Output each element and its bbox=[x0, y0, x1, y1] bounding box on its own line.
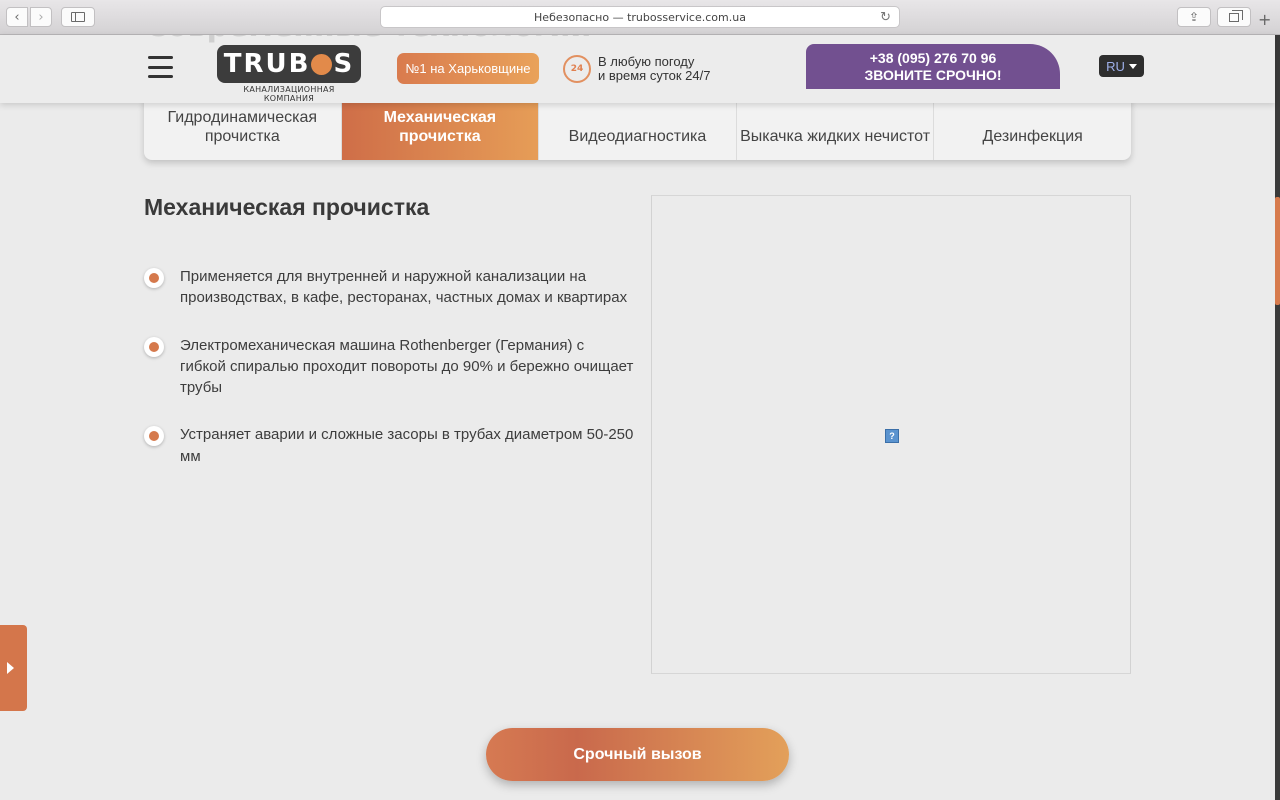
logo-subtitle: КАНАЛИЗАЦИОННАЯ КОМПАНИЯ bbox=[243, 85, 335, 103]
logo[interactable]: TRUB S КАНАЛИЗАЦИОННАЯ КОМПАНИЯ bbox=[217, 45, 361, 103]
tab-disinfection[interactable]: Дезинфекция bbox=[934, 96, 1131, 160]
tab-overview-button[interactable] bbox=[1217, 7, 1251, 27]
sidebar-icon bbox=[71, 12, 85, 22]
bullet-icon bbox=[144, 426, 164, 447]
share-icon: ⇪ bbox=[1188, 10, 1200, 24]
chevron-right-icon: › bbox=[38, 9, 44, 25]
chevron-left-icon: ‹ bbox=[14, 9, 20, 25]
browser-toolbar: ‹ › Небезопасно — trubosservice.com.ua ↻… bbox=[0, 0, 1280, 35]
tab-video-diagnostics[interactable]: Видеодиагностика bbox=[539, 96, 737, 160]
side-panel-toggle[interactable] bbox=[0, 625, 27, 711]
new-tab-button[interactable]: + bbox=[1258, 10, 1271, 29]
service-tabs: Гидродинамическая прочистка Механическая… bbox=[144, 96, 1131, 160]
back-button[interactable]: ‹ bbox=[6, 7, 28, 27]
tabs-icon bbox=[1229, 9, 1243, 22]
list-item: Электромеханическая машина Rothenberger … bbox=[144, 335, 634, 399]
region-badge: №1 на Харьковщине bbox=[397, 53, 539, 84]
address-text: Небезопасно — trubosservice.com.ua bbox=[534, 10, 746, 24]
tab-mechanical-cleaning[interactable]: Механическая прочистка bbox=[341, 96, 540, 160]
broken-image-icon: ? bbox=[885, 429, 899, 443]
menu-icon[interactable] bbox=[148, 56, 173, 78]
section-title: Механическая прочистка bbox=[144, 194, 430, 220]
bullet-icon bbox=[144, 268, 164, 288]
share-button[interactable]: ⇪ bbox=[1177, 7, 1211, 27]
urgent-call-button[interactable]: Срочный вызов bbox=[486, 728, 789, 781]
forward-button[interactable]: › bbox=[30, 7, 52, 27]
reload-icon[interactable]: ↻ bbox=[880, 10, 891, 25]
sidebar-toggle-button[interactable] bbox=[61, 7, 95, 27]
phone-call-button[interactable]: +38 (095) 276 70 96 ЗВОНИТЕ СРОЧНО! bbox=[806, 44, 1060, 89]
address-bar[interactable]: Небезопасно — trubosservice.com.ua ↻ bbox=[380, 6, 900, 28]
logo-o-circle bbox=[311, 53, 333, 75]
language-value: RU bbox=[1106, 58, 1125, 74]
clock-24-icon: 24 bbox=[563, 55, 591, 83]
language-select[interactable]: RU bbox=[1099, 55, 1144, 77]
feature-list: Применяется для внутренней и наружной ка… bbox=[144, 266, 634, 493]
list-item: Устраняет аварии и сложные засоры в труб… bbox=[144, 424, 634, 467]
scrolled-section-title: Современные технологии bbox=[145, 35, 591, 44]
bullet-icon bbox=[144, 336, 164, 357]
caret-down-icon bbox=[1128, 63, 1137, 69]
triangle-right-icon bbox=[7, 662, 14, 674]
phone-cta-label: ЗВОНИТЕ СРОЧНО! bbox=[864, 67, 1002, 83]
scrollbar-thumb[interactable] bbox=[1275, 197, 1280, 305]
tab-liquid-waste-pumping[interactable]: Выкачка жидких нечистот bbox=[737, 96, 935, 160]
tab-hydrodynamic-cleaning[interactable]: Гидродинамическая прочистка bbox=[144, 96, 342, 160]
list-item: Применяется для внутренней и наружной ка… bbox=[144, 266, 634, 309]
site-header: Современные технологии TRUBS КАНАЛИЗАЦИО… bbox=[0, 35, 1275, 103]
phone-number: +38 (095) 276 70 96 bbox=[869, 50, 997, 66]
schedule-text: В любую погоду и время суток 24/7 bbox=[598, 54, 711, 83]
scrollbar[interactable] bbox=[1275, 35, 1280, 800]
service-image-frame: ? bbox=[651, 195, 1131, 674]
